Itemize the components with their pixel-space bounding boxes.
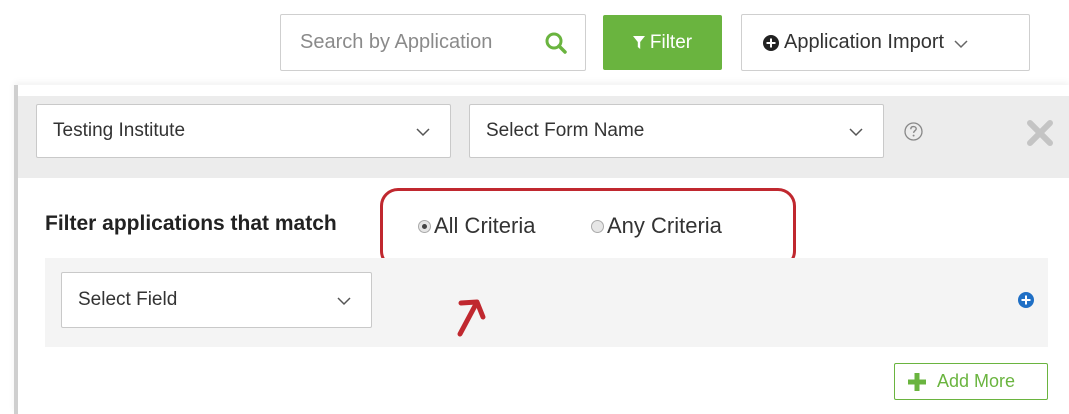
chevron-down-icon <box>954 39 968 49</box>
add-more-label: Add More <box>937 371 1016 391</box>
add-more-button[interactable]: Add More <box>894 363 1048 400</box>
funnel-icon <box>632 35 645 50</box>
chevron-down-icon <box>849 128 863 137</box>
chevron-down-icon <box>416 128 430 137</box>
search-box <box>280 14 586 71</box>
form-name-select[interactable]: Select Form Name <box>469 104 884 158</box>
match-criteria-label: Filter applications that match <box>45 212 337 235</box>
question-circle-icon[interactable] <box>904 122 923 146</box>
search-input[interactable] <box>281 15 531 70</box>
field-select-value: Select Field <box>78 289 178 310</box>
application-import-button[interactable]: Application Import <box>741 14 1030 71</box>
close-icon[interactable] <box>1025 118 1055 153</box>
institute-select[interactable]: Testing Institute <box>36 104 451 158</box>
form-name-select-value: Select Form Name <box>486 120 645 141</box>
plus-circle-icon <box>763 34 779 51</box>
institute-select-value: Testing Institute <box>53 120 186 141</box>
chevron-down-icon <box>337 297 351 306</box>
filter-button[interactable]: Filter <box>603 15 722 70</box>
annotation-highlight <box>380 188 796 269</box>
field-select[interactable]: Select Field <box>61 272 372 328</box>
application-import-label: Application Import <box>784 31 945 53</box>
annotation-arrow-icon <box>450 290 490 343</box>
plus-circle-icon[interactable] <box>1018 292 1034 313</box>
plus-icon <box>908 372 926 391</box>
filter-button-label: Filter <box>649 31 693 53</box>
search-icon[interactable] <box>544 31 568 60</box>
